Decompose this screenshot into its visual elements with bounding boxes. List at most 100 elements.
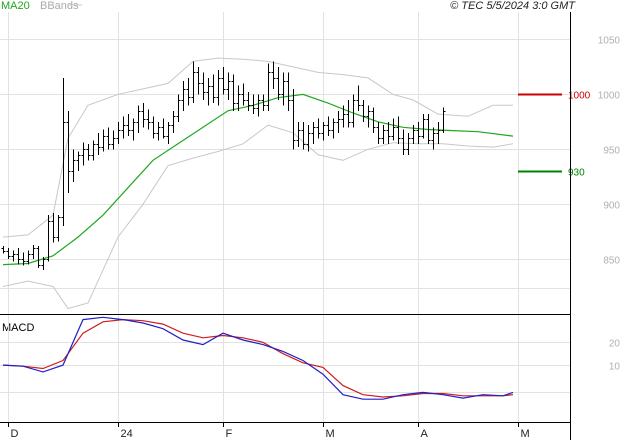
price-y-tick-label: 1000	[598, 91, 621, 102]
ohlc-bar	[331, 118, 336, 139]
ohlc-bar	[281, 72, 286, 106]
ohlc-bar	[391, 118, 396, 141]
ohlc-bar	[381, 125, 386, 144]
ohlc-bar	[226, 72, 231, 100]
ohlc-bar	[396, 116, 401, 144]
ohlc-bar	[266, 63, 271, 111]
ohlc-bar	[91, 140, 96, 161]
ohlc-bar	[156, 121, 161, 141]
ohlc-bar	[196, 66, 201, 95]
ohlc-bar	[96, 132, 101, 155]
ohlc-bar	[356, 85, 361, 111]
price-y-axis: 850 900 950 1000 1050	[598, 36, 621, 267]
ohlc-bar	[271, 61, 276, 89]
ohlc-bar	[346, 99, 351, 128]
ohlc-bar	[336, 110, 341, 133]
ohlc-bar	[236, 85, 241, 111]
ohlc-bar	[1, 245, 6, 254]
x-tick-label: M	[326, 428, 335, 440]
ohlc-bar	[131, 118, 136, 141]
ohlc-bar	[316, 118, 321, 139]
ohlc-bar	[366, 105, 371, 128]
ohlc-bar	[71, 149, 76, 183]
ohlc-bar	[351, 94, 356, 128]
ohlc-bar	[301, 121, 306, 150]
bollinger-lower-band	[2, 124, 514, 310]
ma20-legend-label: MA20	[1, 0, 30, 12]
ohlc-bar	[181, 81, 186, 111]
price-y-tick-label: 850	[603, 256, 620, 267]
ohlc-bar	[206, 77, 211, 106]
ohlc-bar	[16, 248, 21, 265]
ohlc-bar	[31, 244, 36, 260]
ohlc-bar	[376, 121, 381, 144]
copyright-text: © TEC 5/5/2024 3:0 GMT	[450, 0, 576, 12]
ohlc-bar	[81, 142, 86, 166]
macd-signal-line	[2, 318, 514, 398]
ohlc-bar	[326, 116, 331, 137]
x-tick-label: F	[226, 428, 233, 440]
ohlc-bar	[441, 107, 446, 133]
ohlc-bar	[46, 215, 51, 262]
x-tick-label: D	[11, 428, 19, 440]
x-axis: D 24 F M A M	[8, 422, 530, 440]
ohlc-bar	[321, 121, 326, 141]
bbands-legend-label: BBands	[40, 0, 79, 12]
ohlc-bar	[211, 74, 216, 104]
ohlc-bar	[436, 121, 441, 144]
x-tick-label: 24	[121, 428, 133, 440]
ohlc-bar	[361, 99, 366, 122]
price-levels: 1000930	[518, 91, 591, 179]
price-y-tick-label: 1050	[598, 36, 621, 47]
ohlc-bar	[191, 61, 196, 104]
macd-panel-label: MACD	[2, 322, 34, 334]
bollinger-upper-band	[2, 57, 513, 238]
ohlc-bar	[51, 212, 56, 243]
ohlc-bar	[216, 70, 221, 106]
macd-grid	[0, 315, 570, 422]
ohlc-bar	[201, 72, 206, 100]
ohlc-bar	[151, 116, 156, 139]
ohlc-bar	[416, 121, 421, 144]
ohlc-bar	[421, 114, 426, 139]
macd-panel: 2010	[0, 315, 620, 422]
price-y-tick-label: 900	[603, 201, 620, 212]
ohlc-bar	[56, 215, 61, 242]
ohlc-bar	[431, 127, 436, 150]
ohlc-bar	[171, 110, 176, 133]
price-panel: 850 900 950 1000 1050 1000930	[0, 12, 620, 314]
x-tick-label: M	[521, 428, 530, 440]
ohlc-bar	[86, 143, 91, 161]
ohlc-bar	[111, 130, 116, 150]
ohlc-bar	[166, 121, 171, 144]
ohlc-bar	[256, 94, 261, 117]
macd-line	[2, 316, 514, 400]
ohlc-bar	[401, 129, 406, 155]
ohlc-bar	[311, 121, 316, 144]
resistance-level-label: 1000	[568, 91, 591, 102]
ohlc-bar	[106, 127, 111, 150]
ohlc-bar	[76, 151, 81, 172]
price-grid	[0, 12, 570, 314]
ohlc-bar	[176, 94, 181, 122]
ohlc-bar	[121, 116, 126, 139]
ohlc-bar	[116, 121, 121, 144]
ohlc-bar	[296, 121, 301, 148]
ohlc-bar	[291, 88, 296, 150]
ohlc-bar	[66, 110, 71, 194]
macd-y-axis: 2010	[609, 339, 621, 373]
ohlc-bar	[286, 72, 291, 111]
macd-y-tick-label: 20	[609, 339, 621, 350]
ohlc-bar	[186, 77, 191, 106]
ohlc-bar	[221, 66, 226, 95]
stock-chart-canvas: MA20 BBands © TEC 5/5/2024 3:0 GMT 85090…	[0, 0, 620, 440]
ohlc-bar	[386, 121, 391, 144]
price-y-tick-label: 950	[603, 146, 620, 157]
ohlc-bar	[161, 118, 166, 139]
ohlc-bar	[231, 74, 236, 111]
x-tick-label: A	[421, 428, 429, 440]
ohlc-bar	[136, 105, 141, 133]
ohlc-bar	[101, 129, 106, 152]
ohlc-bar	[141, 103, 146, 128]
ohlc-bar	[36, 245, 41, 268]
